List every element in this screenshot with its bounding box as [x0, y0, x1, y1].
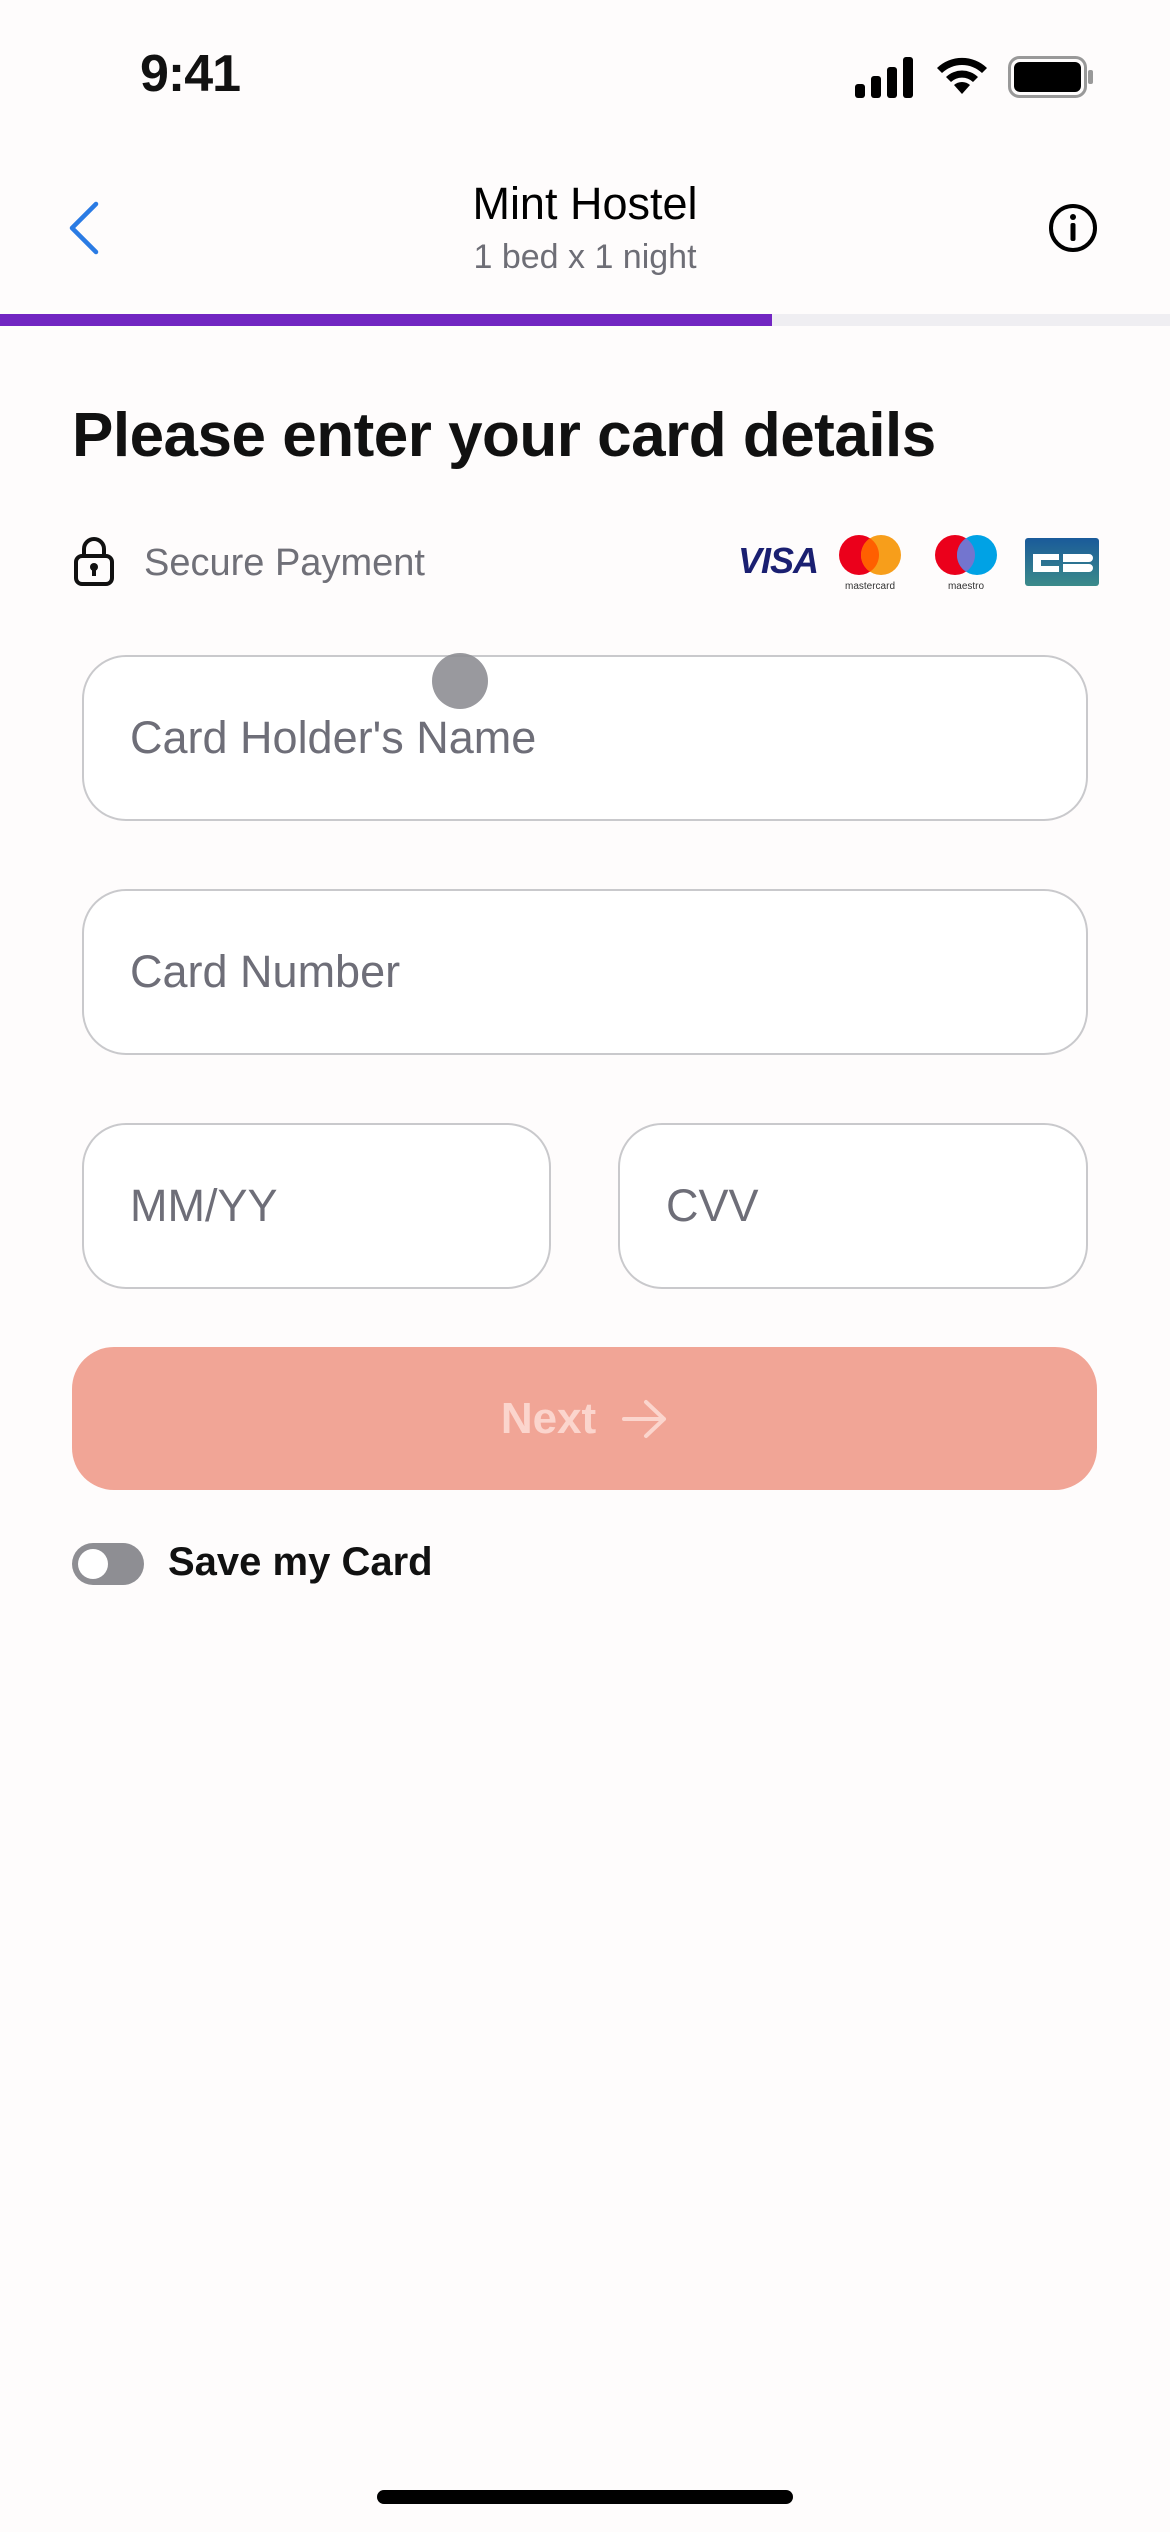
visa-logo: VISA [738, 540, 819, 581]
card-holder-input[interactable] [84, 657, 1086, 819]
progress-fill [0, 314, 773, 326]
maestro-logo: maestro [935, 535, 997, 592]
next-button-label: Next [500, 1393, 597, 1443]
toggle-knob [78, 1549, 108, 1579]
card-holder-field[interactable] [82, 655, 1088, 821]
secure-payment-label: Secure Payment [144, 542, 425, 584]
touch-indicator [432, 653, 488, 709]
info-icon[interactable] [1048, 203, 1098, 253]
progress-bar [0, 314, 1170, 326]
status-time: 9:41 [140, 45, 241, 103]
wifi-icon [937, 57, 987, 94]
save-card-label: Save my Card [168, 1540, 433, 1584]
nav-title: Mint Hostel [472, 178, 698, 229]
cellular-signal-icon [855, 57, 913, 98]
svg-text:maestro: maestro [948, 581, 985, 592]
mastercard-logo: mastercard [839, 535, 901, 592]
save-card-toggle[interactable] [72, 1543, 144, 1585]
svg-text:mastercard: mastercard [845, 581, 895, 592]
arrow-right-icon [622, 1399, 667, 1438]
cb-logo [1025, 538, 1099, 586]
page-heading: Please enter your card details [72, 401, 936, 470]
home-indicator[interactable] [377, 2490, 793, 2504]
battery-icon [1008, 56, 1093, 98]
expiry-input[interactable] [84, 1125, 549, 1287]
lock-icon [74, 537, 114, 586]
nav-subtitle: 1 bed x 1 night [473, 238, 697, 276]
cvv-input[interactable] [620, 1125, 1086, 1287]
next-button[interactable]: Next [72, 1347, 1097, 1490]
expiry-field[interactable] [82, 1123, 551, 1289]
cvv-field[interactable] [618, 1123, 1088, 1289]
card-number-input[interactable] [84, 891, 1086, 1053]
card-number-field[interactable] [82, 889, 1088, 1055]
